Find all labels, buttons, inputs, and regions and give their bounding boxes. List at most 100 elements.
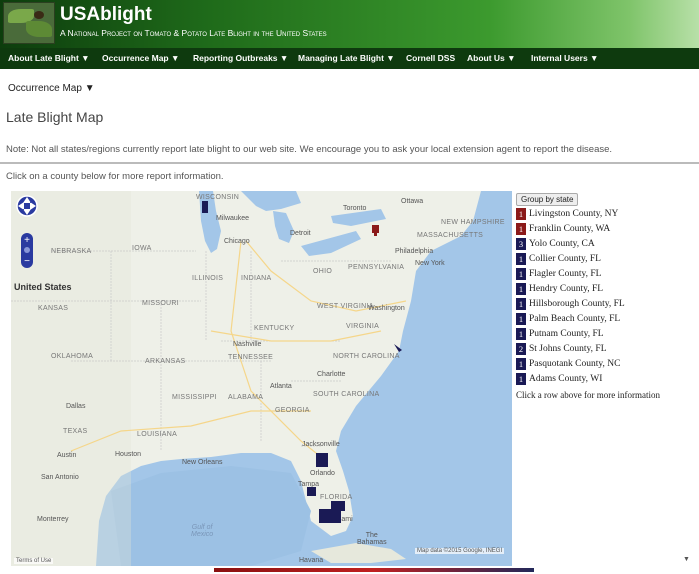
- report-county-label: St Johns County, FL: [529, 344, 607, 354]
- map-label: NEW HAMPSHIRE: [441, 219, 505, 226]
- svg-text:+: +: [24, 235, 30, 246]
- late-blight-map[interactable]: + − WISCONSIN Milwaukee Chicago Detroit T…: [11, 191, 512, 566]
- nav-reporting-outbreaks[interactable]: Reporting Outbreaks ▼: [193, 53, 288, 63]
- map-pan-control[interactable]: [15, 194, 39, 218]
- nav-about-late-blight[interactable]: About Late Blight ▼: [8, 53, 90, 63]
- report-count-badge: 1: [516, 298, 526, 310]
- report-list-hint: Click a row above for more information: [516, 390, 660, 400]
- report-county-label: Putnam County, FL: [529, 329, 604, 339]
- report-county-label: Flagler County, FL: [529, 269, 602, 279]
- report-row[interactable]: 1 Collier County, FL: [516, 253, 601, 267]
- report-count-badge: 1: [516, 313, 526, 325]
- site-subtitle: A National Project on Tomato & Potato La…: [60, 28, 327, 38]
- report-row[interactable]: 1 Hendry County, FL: [516, 283, 603, 297]
- map-label: INDIANA: [241, 275, 272, 282]
- map-label: Milwaukee: [216, 215, 250, 222]
- map-label: New Orleans: [182, 459, 223, 466]
- report-row[interactable]: 1 Adams County, WI: [516, 373, 602, 387]
- map-label: Ottawa: [401, 198, 424, 205]
- report-county-label: Pasquotank County, NC: [529, 359, 621, 369]
- map-label: IOWA: [132, 245, 152, 252]
- map-terms-link[interactable]: Terms of Use: [14, 558, 54, 564]
- report-county-label: Yolo County, CA: [529, 239, 595, 249]
- report-marker-livingston-ny[interactable]: [371, 224, 380, 236]
- map-label: PENNSYLVANIA: [348, 264, 405, 271]
- report-count-badge: 1: [516, 373, 526, 385]
- map-label: Monterrey: [37, 516, 69, 523]
- map-label: Toronto: [343, 205, 367, 212]
- report-county-label: Collier County, FL: [529, 254, 601, 264]
- report-marker-hillsborough-fl[interactable]: [307, 487, 316, 496]
- map-label: LOUISIANA: [137, 431, 178, 438]
- map-label: OHIO: [313, 268, 333, 275]
- report-count-badge: 1: [516, 283, 526, 295]
- report-county-label: Hendry County, FL: [529, 284, 604, 294]
- map-label: NEBRASKA: [51, 248, 92, 255]
- map-label: FLORIDA: [320, 494, 353, 501]
- map-label: Houston: [115, 451, 142, 458]
- report-row[interactable]: 1 Pasquotank County, NC: [516, 358, 620, 372]
- map-attribution: Map data ©2015 Google, INEGI: [415, 548, 505, 554]
- report-row[interactable]: 2 St Johns County, FL: [516, 343, 607, 357]
- map-label: OKLAHOMA: [51, 353, 94, 360]
- report-count-badge: 1: [516, 268, 526, 280]
- map-label: MISSOURI: [142, 300, 180, 307]
- map-label: Atlanta: [270, 383, 292, 390]
- map-label: WEST VIRGINIA: [317, 303, 374, 310]
- site-header: USAblight A National Project on Tomato &…: [0, 0, 699, 48]
- map-zoom-control[interactable]: + −: [21, 233, 33, 268]
- map-label: Orlando: [310, 470, 335, 477]
- map-label: WISCONSIN: [196, 194, 240, 201]
- report-county-label: Franklin County, WA: [529, 224, 611, 234]
- occurrence-map-submenu[interactable]: Occurrence Map ▼: [8, 83, 95, 94]
- report-row[interactable]: 1 Hillsborough County, FL: [516, 298, 625, 312]
- divider: [0, 162, 699, 164]
- report-count-badge: 3: [516, 238, 526, 250]
- report-marker-collier-hendry-fl[interactable]: [319, 509, 341, 523]
- map-label: The Bahamas: [357, 532, 387, 546]
- svg-text:−: −: [24, 256, 30, 267]
- report-row[interactable]: 1 Putnam County, FL: [516, 328, 604, 342]
- nav-managing-late-blight[interactable]: Managing Late Blight ▼: [298, 53, 395, 63]
- report-row[interactable]: 1 Franklin County, WA: [516, 223, 610, 237]
- site-logo[interactable]: [3, 2, 55, 44]
- page-title: Late Blight Map: [6, 109, 104, 125]
- report-row[interactable]: 1 Flagler County, FL: [516, 268, 601, 282]
- report-row[interactable]: 1 Livingston County, NY: [516, 208, 618, 222]
- map-label: Charlotte: [317, 371, 346, 378]
- report-marker-stjohns-putnam-flagler-fl[interactable]: [316, 453, 328, 467]
- site-title[interactable]: USAblight: [60, 4, 152, 26]
- map-label: ARKANSAS: [145, 358, 186, 365]
- report-row[interactable]: 3 Yolo County, CA: [516, 238, 595, 252]
- nav-occurrence-map[interactable]: Occurrence Map ▼: [102, 53, 179, 63]
- report-row[interactable]: 1 Palm Beach County, FL: [516, 313, 620, 327]
- map-label: Dallas: [66, 403, 86, 410]
- map-label: Jacksonville: [302, 441, 340, 448]
- map-label: VIRGINIA: [346, 323, 380, 330]
- report-count-badge: 1: [516, 328, 526, 340]
- map-label: MISSISSIPPI: [172, 394, 217, 401]
- map-label: Philadelphia: [395, 248, 434, 255]
- map-label: Gulf of Mexico: [191, 524, 214, 538]
- map-label: KENTUCKY: [254, 325, 295, 332]
- nav-cornell-dss[interactable]: Cornell DSS: [406, 53, 455, 63]
- map-label: NORTH CAROLINA: [333, 353, 400, 360]
- map-label: San Antonio: [41, 474, 79, 481]
- report-count-badge: 1: [516, 358, 526, 370]
- map-label: Austin: [57, 452, 77, 459]
- map-label: New York: [415, 260, 445, 267]
- nav-internal-users[interactable]: Internal Users ▼: [531, 53, 598, 63]
- map-label: ALABAMA: [228, 394, 264, 401]
- report-count-badge: 1: [516, 253, 526, 265]
- scroll-down-arrow[interactable]: ▼: [683, 556, 690, 563]
- report-count-badge: 1: [516, 208, 526, 220]
- map-label: GEORGIA: [275, 407, 310, 414]
- report-list-panel: Group by state 1 Livingston County, NY 1 Fr…: [514, 191, 699, 566]
- group-by-state-button[interactable]: Group by state: [516, 193, 579, 206]
- report-marker-pasquotank-nc[interactable]: [394, 344, 402, 352]
- map-label: United States: [14, 282, 72, 292]
- map-label: Havana: [299, 557, 324, 564]
- nav-about-us[interactable]: About Us ▼: [467, 53, 516, 63]
- report-marker-adams-wi[interactable]: [202, 201, 208, 213]
- map-label: TEXAS: [63, 428, 88, 435]
